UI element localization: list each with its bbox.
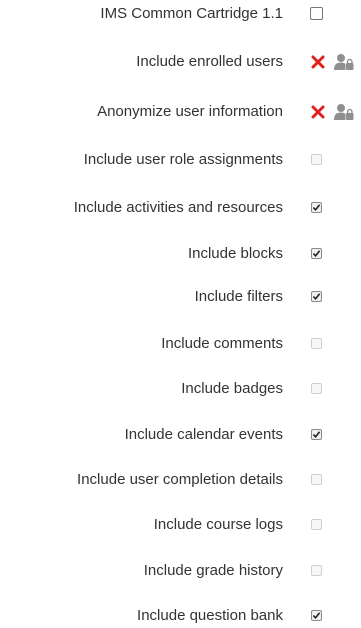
include-course-logs-checkbox[interactable] [311,519,322,530]
ims-common-cartridge-checkbox[interactable] [310,7,323,20]
setting-label: Anonymize user information [97,103,283,120]
checkmark-icon [312,612,321,619]
include-badges-checkbox[interactable] [311,383,322,394]
setting-label: Include activities and resources [73,199,283,216]
setting-label: Include enrolled users [136,53,283,70]
setting-label: Include comments [161,335,283,352]
setting-row-include-calendar-events: Include calendar events [0,423,361,447]
setting-label: Include filters [194,288,283,305]
setting-label: Include question bank [137,607,283,624]
setting-row-include-course-logs: Include course logs [0,513,361,537]
include-activities-and-resources-checkbox[interactable] [311,202,322,213]
cross-icon [311,105,325,119]
setting-row-include-user-completion-details: Include user completion details [0,468,361,492]
include-user-role-assignments-checkbox[interactable] [311,154,322,165]
include-grade-history-checkbox[interactable] [311,565,322,576]
include-blocks-checkbox[interactable] [311,248,322,259]
setting-label: IMS Common Cartridge 1.1 [100,5,283,22]
setting-label: Include calendar events [124,426,283,443]
setting-row-include-user-role-assignments: Include user role assignments [0,148,361,172]
setting-row-include-enrolled-users: Include enrolled users [0,50,361,74]
setting-row-include-comments: Include comments [0,332,361,356]
setting-row-include-badges: Include badges [0,377,361,401]
checkmark-icon [312,293,321,300]
setting-row-include-grade-history: Include grade history [0,559,361,583]
setting-row-include-question-bank: Include question bank [0,604,361,628]
backup-settings-list: IMS Common Cartridge 1.1 Include enrolle… [0,0,361,626]
include-calendar-events-checkbox[interactable] [311,429,322,440]
include-question-bank-checkbox[interactable] [311,610,322,621]
setting-row-anonymize-user-information: Anonymize user information [0,100,361,124]
user-lock-icon [334,104,354,120]
cross-icon [311,55,325,69]
checkmark-icon [312,204,321,211]
setting-label: Include grade history [143,562,283,579]
user-lock-icon [334,54,354,70]
setting-row-include-filters: Include filters [0,285,361,309]
setting-label: Include user role assignments [83,151,283,168]
checkmark-icon [312,250,321,257]
include-filters-checkbox[interactable] [311,291,322,302]
setting-label: Include blocks [187,245,283,262]
setting-label: Include course logs [153,516,283,533]
setting-row-ims-common-cartridge: IMS Common Cartridge 1.1 [0,2,361,26]
setting-row-include-blocks: Include blocks [0,242,361,266]
setting-label: Include badges [181,380,283,397]
setting-label: Include user completion details [77,471,283,488]
checkmark-icon [312,431,321,438]
include-user-completion-details-checkbox[interactable] [311,474,322,485]
include-comments-checkbox[interactable] [311,338,322,349]
setting-row-include-activities-and-resources: Include activities and resources [0,196,361,220]
